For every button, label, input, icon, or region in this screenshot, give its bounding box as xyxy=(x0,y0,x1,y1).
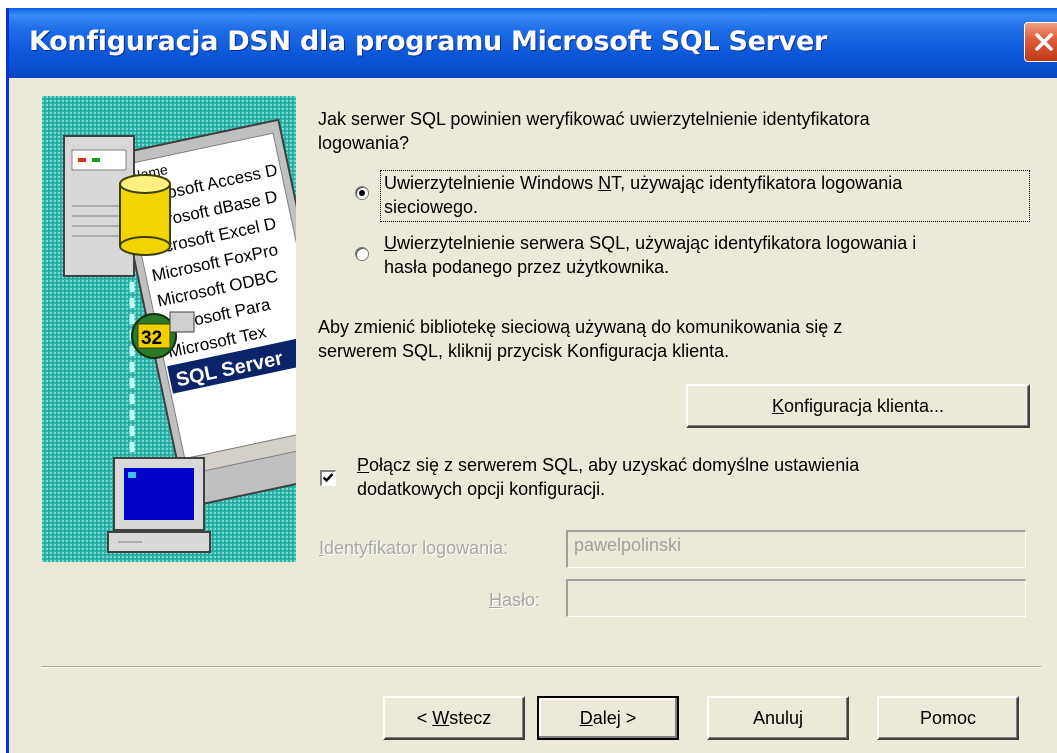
connect-sql-checkbox[interactable] xyxy=(320,470,336,486)
connect-sql-label[interactable]: Połącz się z serwerem SQL, aby uzyskać d… xyxy=(357,453,859,501)
auth-question: Jak serwer SQL powinien weryfikować uwie… xyxy=(318,109,870,153)
window-title: Konfiguracja DSN dla programu Microsoft … xyxy=(29,26,828,57)
network-library-info: Aby zmienić bibliotekę sieciową używaną … xyxy=(318,317,843,361)
windows-nt-auth-label[interactable]: Uwierzytelnienie Windows NT, używając id… xyxy=(384,171,902,219)
computer-icon xyxy=(107,457,211,553)
sql-server-auth-radio[interactable] xyxy=(355,247,369,261)
login-id-label: Identyfikator logowania: xyxy=(319,538,509,558)
checkmark-icon xyxy=(322,473,334,483)
title-bar[interactable]: Konfiguracja DSN dla programu Microsoft … xyxy=(9,8,1057,78)
password-field[interactable] xyxy=(566,579,1026,617)
close-button[interactable] xyxy=(1024,22,1057,62)
cancel-button[interactable]: Anuluj xyxy=(707,696,849,740)
windows-nt-auth-radio[interactable] xyxy=(355,186,369,200)
close-icon xyxy=(1035,33,1053,51)
next-button[interactable]: Dalej > xyxy=(537,696,679,740)
radio-selected-dot xyxy=(359,190,365,196)
login-id-field[interactable]: pawelpolinski xyxy=(566,530,1026,568)
client-configuration-button[interactable]: Konfiguracja klienta... xyxy=(686,384,1030,428)
password-label: Hasło: xyxy=(489,590,541,610)
sql-server-auth-label[interactable]: Uwierzytelnienie serwera SQL, używając i… xyxy=(384,231,916,279)
separator-line xyxy=(41,666,1041,668)
help-button[interactable]: Pomoc xyxy=(877,696,1019,740)
odbc-illustration: Name Microsoft Access D Microsoft dBase … xyxy=(42,96,355,562)
database-icon xyxy=(119,174,171,256)
odbc-badge-text: 32 xyxy=(141,328,162,349)
back-button[interactable]: < Wstecz xyxy=(383,696,525,740)
dialog-window: Konfiguracja DSN dla programu Microsoft … xyxy=(6,8,1057,753)
